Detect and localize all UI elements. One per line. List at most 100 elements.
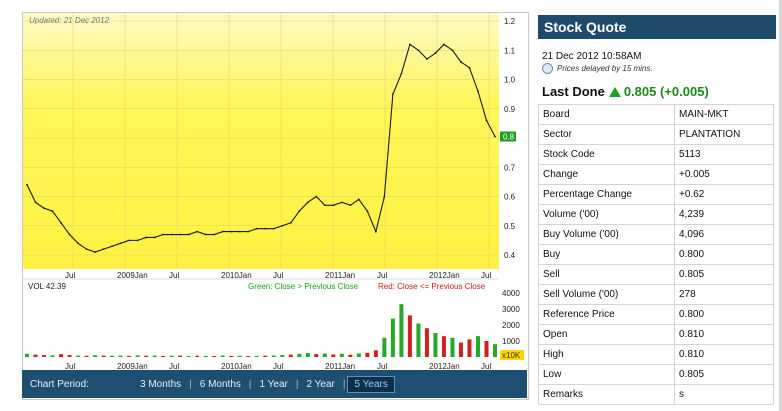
quote-row-label: Buy — [538, 244, 675, 265]
x-tick-label: Jul — [65, 271, 75, 280]
quote-row-label: Stock Code — [538, 144, 675, 165]
volume-bar — [144, 355, 149, 357]
price-point — [400, 72, 403, 75]
price-point — [153, 236, 156, 239]
period-2-year[interactable]: 2 Year — [300, 377, 340, 392]
period-1-year[interactable]: 1 Year — [254, 377, 294, 392]
volume-bar — [475, 336, 480, 357]
volume-bar — [484, 341, 489, 357]
volume-bar — [271, 355, 276, 357]
price-point — [26, 183, 28, 186]
price-point — [238, 230, 241, 233]
price-point — [128, 239, 131, 242]
quote-row-label: Sell Volume ('00) — [538, 284, 675, 305]
volume-bar — [424, 328, 429, 357]
volume-bar — [356, 353, 361, 357]
volume-bar — [322, 353, 327, 357]
delay-note: Prices delayed by 15 mins. — [542, 63, 776, 74]
price-point — [468, 66, 471, 69]
volume-bar — [178, 355, 183, 357]
volume-bar — [254, 355, 259, 357]
quote-row: Board MAIN-MKT — [538, 104, 774, 125]
price-point — [426, 58, 428, 60]
updated-label: Updated: 21 Dec 2012 — [29, 16, 110, 25]
last-done: Last Done 0.805 (+0.005) — [542, 84, 776, 99]
volume-bar — [297, 353, 302, 357]
price-point — [111, 245, 113, 248]
volume-unit: x10K — [502, 351, 521, 360]
x-tick-label: Jul — [273, 271, 283, 280]
volume-bar — [59, 354, 64, 357]
price-point — [332, 204, 335, 207]
volume-bar — [280, 355, 285, 357]
volume-bar — [237, 355, 242, 357]
price-point — [443, 43, 445, 46]
quote-row-label: Buy Volume ('00) — [538, 224, 675, 245]
quote-row-label: Open — [538, 324, 675, 345]
price-point — [485, 119, 488, 122]
volume-bar — [399, 304, 404, 357]
x-tick-label: Jul — [481, 271, 491, 280]
price-point — [145, 236, 148, 239]
quote-row: Sell Volume ('00) 278 — [538, 284, 774, 305]
period-separator: | — [189, 378, 192, 390]
period-5-years[interactable]: 5 Years — [347, 375, 395, 393]
volume-bar — [118, 355, 123, 357]
volume-bar — [135, 355, 140, 357]
price-point — [477, 90, 479, 93]
quote-row-value: 4,096 — [674, 224, 774, 245]
volume-bar — [441, 336, 446, 357]
price-point — [409, 43, 411, 46]
price-point — [68, 233, 71, 236]
price-point — [357, 198, 360, 201]
quote-row-value: 0.805 — [674, 364, 774, 385]
price-plot-area — [23, 13, 499, 269]
volume-bar — [67, 355, 72, 357]
volume-bar — [365, 352, 370, 357]
quote-row-value: 0.810 — [674, 324, 774, 345]
current-price-value: 0.8 — [503, 133, 515, 142]
volume-bar — [110, 355, 115, 357]
price-point — [349, 204, 352, 207]
quote-row: Low 0.805 — [538, 364, 774, 385]
price-point — [306, 201, 309, 204]
quote-row-value: +0.62 — [674, 184, 774, 205]
legend-green: Green: Close > Previous Close — [248, 282, 359, 291]
volume-bar — [348, 354, 353, 357]
quote-row-value: 278 — [674, 284, 774, 305]
price-point — [451, 49, 454, 52]
quote-row-label: Remarks — [538, 384, 675, 405]
quote-row-value: +0.005 — [674, 164, 774, 185]
period-6-months[interactable]: 6 Months — [194, 377, 247, 392]
volume-bar — [93, 355, 98, 357]
price-point — [119, 242, 122, 245]
period-3-months[interactable]: 3 Months — [134, 377, 187, 392]
price-point — [247, 230, 250, 233]
stock-quote-panel: Stock Quote 21 Dec 2012 10:58AM Prices d… — [538, 15, 776, 405]
quote-row-label: Low — [538, 364, 675, 385]
volume-bar — [288, 354, 293, 357]
price-point — [221, 230, 224, 233]
volume-bar — [169, 355, 174, 357]
quote-row-value: 0.800 — [674, 244, 774, 265]
volume-bar — [382, 337, 387, 357]
volume-bar — [331, 354, 336, 357]
price-point — [102, 248, 105, 251]
price-point — [170, 233, 173, 236]
volume-bar — [390, 318, 395, 357]
volume-bar — [467, 339, 472, 357]
price-point — [434, 52, 437, 55]
quote-row-label: Reference Price — [538, 304, 675, 325]
volume-bar — [246, 356, 251, 357]
price-point — [289, 221, 292, 224]
volume-bar — [33, 354, 38, 357]
price-chart-panel: Updated: 21 Dec 2012 1.21.11.00.90.80.70… — [22, 12, 529, 400]
price-point — [179, 233, 182, 236]
price-point — [374, 230, 377, 233]
volume-tick-label: 1000 — [502, 337, 520, 346]
volume-bar — [450, 337, 455, 357]
volume-bar — [84, 355, 89, 357]
price-point — [196, 230, 199, 233]
volume-tick-label: 3000 — [502, 305, 520, 314]
last-done-label: Last Done — [542, 84, 605, 99]
